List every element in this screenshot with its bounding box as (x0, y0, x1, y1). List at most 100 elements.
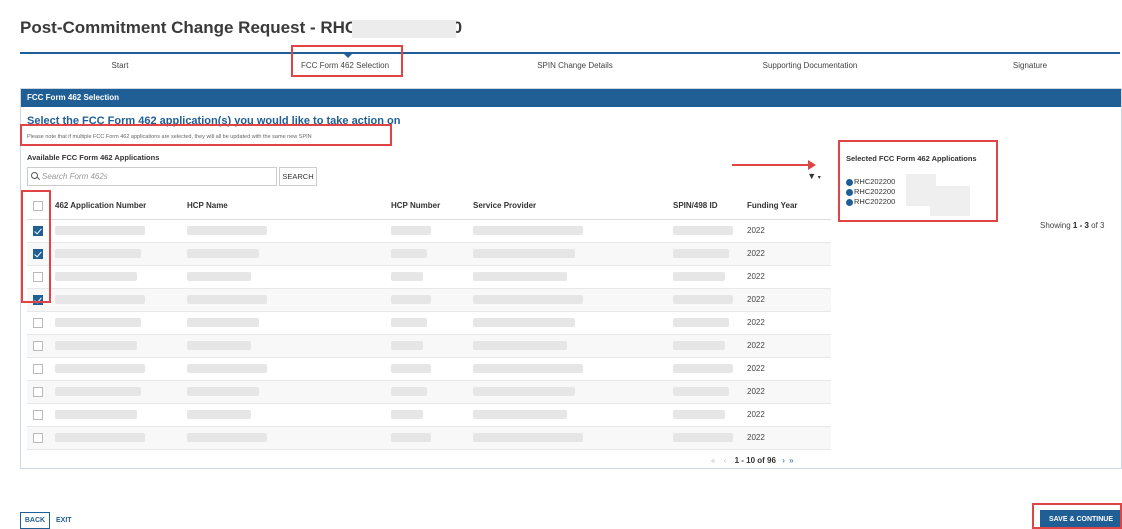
redacted-value (391, 272, 423, 282)
service-provider-cell (467, 265, 667, 289)
available-applications-title: Available FCC Form 462 Applications (27, 153, 160, 162)
search-input[interactable]: Search Form 462s (27, 167, 277, 186)
table-row[interactable]: 2022 (27, 219, 831, 243)
funding-year-cell: 2022 (741, 380, 831, 404)
step-start[interactable]: Start (20, 61, 220, 70)
prev-page-icon[interactable]: ‹ (724, 456, 727, 465)
spin-id-cell (667, 242, 741, 266)
row-checkbox[interactable] (33, 363, 43, 374)
table-pagination: « ‹ 1 - 10 of 96 › » (711, 456, 794, 465)
hcp-name-cell (181, 334, 385, 358)
application-number-cell (49, 357, 181, 381)
redacted-value (55, 364, 145, 374)
table-row[interactable]: 2022 (27, 334, 831, 358)
application-number-cell (49, 380, 181, 404)
step-spin-change-details[interactable]: SPIN Change Details (475, 61, 675, 70)
application-number-cell (49, 242, 181, 266)
redacted-value (55, 295, 145, 305)
hcp-name-cell (181, 311, 385, 335)
redacted-value (187, 387, 259, 397)
redacted-value (473, 226, 583, 236)
service-provider-cell (467, 311, 667, 335)
redacted-value (391, 318, 427, 328)
spin-id-cell (667, 334, 741, 358)
step-supporting-documentation[interactable]: Supporting Documentation (710, 61, 910, 70)
spin-id-cell (667, 403, 741, 427)
service-provider-cell (467, 219, 667, 243)
row-checkbox[interactable] (33, 317, 43, 328)
table-row[interactable]: 2022 (27, 426, 831, 450)
spin-id-cell (667, 357, 741, 381)
hcp-number-cell (385, 403, 467, 427)
row-checkbox[interactable] (33, 386, 43, 397)
table-row[interactable]: 2022 (27, 357, 831, 381)
redacted-value (391, 364, 431, 374)
col-service-provider[interactable]: Service Provider (467, 193, 667, 220)
row-checkbox[interactable] (33, 409, 43, 420)
spin-id-cell (667, 426, 741, 450)
hcp-number-cell (385, 265, 467, 289)
redacted-value (473, 318, 575, 328)
row-checkbox[interactable] (33, 432, 43, 443)
exit-link[interactable]: EXIT (56, 512, 72, 529)
annotation-arrow (732, 160, 816, 170)
redacted-value (473, 249, 575, 259)
redacted-value (473, 410, 567, 420)
table-row[interactable]: 2022 (27, 265, 831, 289)
redacted-value (187, 318, 259, 328)
redacted-value (55, 341, 137, 351)
spin-id-cell (667, 380, 741, 404)
col-spin-id[interactable]: SPIN/498 ID (667, 193, 741, 220)
filter-icon: ▼ (807, 171, 817, 181)
redacted-value (673, 387, 729, 397)
next-page-icon[interactable]: › (782, 456, 785, 465)
spin-id-cell (667, 219, 741, 243)
col-hcp-number[interactable]: HCP Number (385, 193, 467, 220)
table-row[interactable]: 2022 (27, 311, 831, 335)
hcp-number-cell (385, 242, 467, 266)
redacted-value (673, 295, 733, 305)
redacted-value (187, 433, 267, 443)
redacted-value (673, 249, 729, 259)
first-page-icon[interactable]: « (711, 456, 715, 465)
redacted-value (55, 272, 137, 282)
service-provider-cell (467, 380, 667, 404)
row-select-cell (27, 403, 49, 427)
application-number-cell (49, 334, 181, 358)
pagination-text: 1 - 10 of 96 (734, 456, 776, 465)
redacted-value (673, 318, 729, 328)
col-funding-year[interactable]: Funding Year (741, 193, 831, 220)
service-provider-cell (467, 357, 667, 381)
col-hcp-name[interactable]: HCP Name (181, 193, 385, 220)
applications-table: 462 Application Number HCP Name HCP Numb… (27, 193, 831, 450)
search-button[interactable]: SEARCH (279, 167, 317, 186)
step-signature[interactable]: Signature (930, 61, 1122, 70)
row-checkbox[interactable] (33, 340, 43, 351)
highlight-current-step (291, 45, 403, 77)
table-row[interactable]: 2022 (27, 403, 831, 427)
spin-id-cell (667, 288, 741, 312)
funding-year-cell: 2022 (741, 357, 831, 381)
highlight-checkboxes (21, 190, 51, 303)
table-row[interactable]: 2022 (27, 242, 831, 266)
back-button[interactable]: BACK (20, 512, 50, 529)
table-row[interactable]: 2022 (27, 380, 831, 404)
hcp-number-cell (385, 380, 467, 404)
funding-year-cell: 2022 (741, 242, 831, 266)
hcp-name-cell (181, 380, 385, 404)
table-row[interactable]: 2022 (27, 288, 831, 312)
redacted-value (187, 341, 251, 351)
redacted-value (187, 364, 267, 374)
redacted-value (187, 410, 251, 420)
last-page-icon[interactable]: » (789, 456, 793, 465)
col-application-number[interactable]: 462 Application Number (49, 193, 181, 220)
hcp-name-cell (181, 357, 385, 381)
redacted-value (391, 249, 427, 259)
spin-id-cell (667, 265, 741, 289)
service-provider-cell (467, 334, 667, 358)
redacted-value (673, 410, 725, 420)
row-select-cell (27, 334, 49, 358)
funding-year-cell: 2022 (741, 403, 831, 427)
hcp-number-cell (385, 288, 467, 312)
showing-prefix: Showing (1040, 221, 1073, 230)
